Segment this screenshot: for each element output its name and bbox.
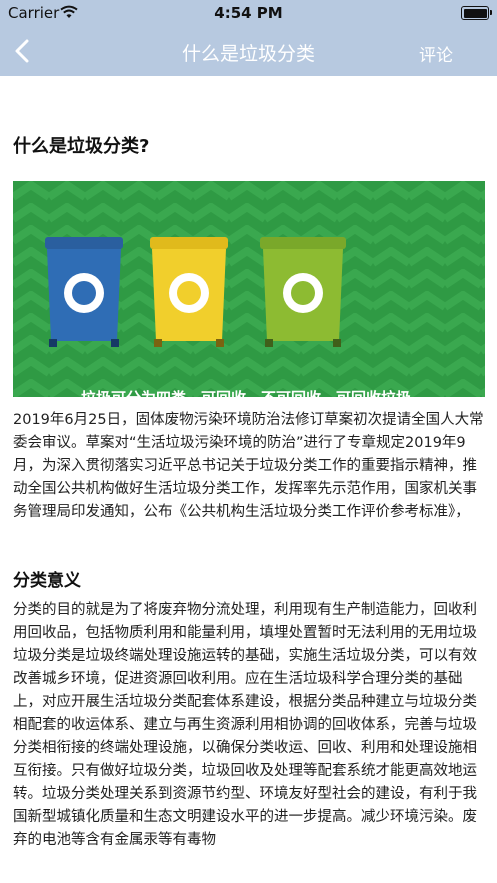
article-title: 什么是垃圾分类? xyxy=(13,136,150,157)
blue-bin xyxy=(45,237,123,347)
navigation-bar: 什么是垃圾分类 评论 xyxy=(0,26,497,76)
status-bar: Carrier 4:54 PM xyxy=(0,0,497,26)
green-bin xyxy=(260,237,346,347)
banner-image: 垃圾可分为四类 可回收 不可回收 可回收垃圾 xyxy=(13,181,485,397)
yellow-bin xyxy=(150,237,228,347)
recycle-icon xyxy=(177,281,201,305)
paragraph-1: 2019年6月25日，固体废物污染环境防治法修订草案初次提请全国人大常委会审议。… xyxy=(13,412,484,520)
paragraph-2: 分类的目的就是为了将废弃物分流处理，利用现有生产制造能力，回收利用回收品，包括物… xyxy=(13,602,477,848)
banner-caption: 垃圾可分为四类 可回收 不可回收 可回收垃圾 xyxy=(81,389,412,397)
comment-button[interactable]: 评论 xyxy=(419,41,453,66)
battery-icon xyxy=(461,6,492,20)
section-heading: 分类意义 xyxy=(13,571,81,591)
recycle-icon xyxy=(291,281,315,305)
recycle-icon xyxy=(72,281,96,305)
status-time: 4:54 PM xyxy=(214,4,283,22)
